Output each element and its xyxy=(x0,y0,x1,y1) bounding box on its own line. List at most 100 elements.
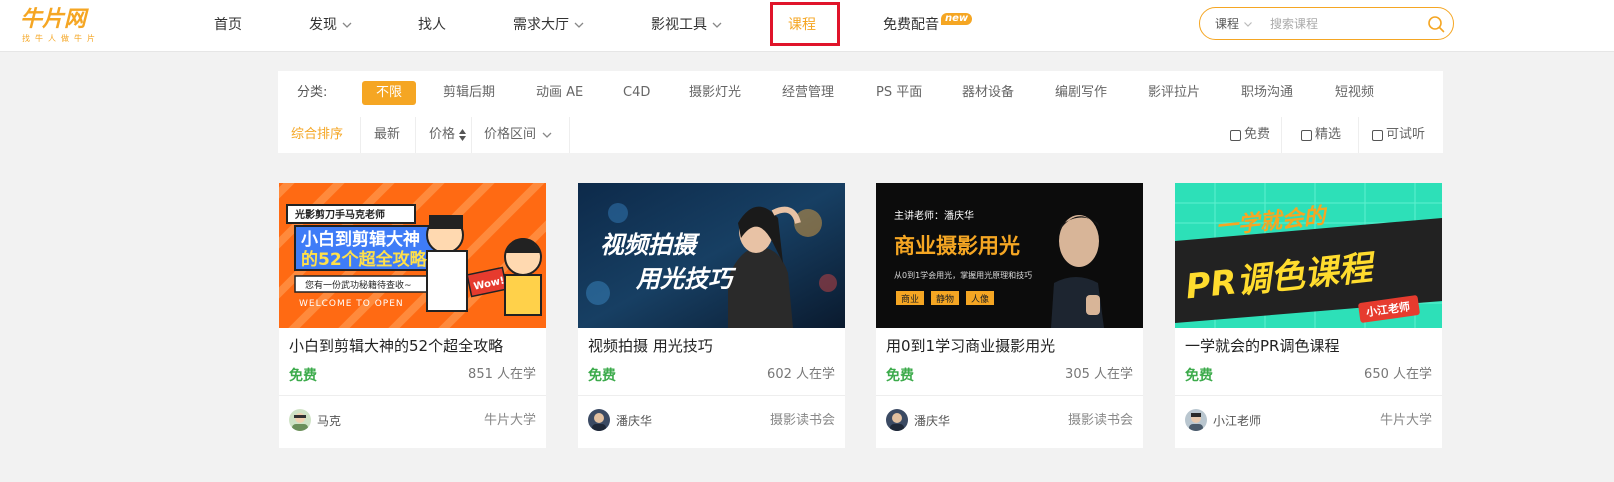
nav-free-dubbing[interactable]: 免费配音 new xyxy=(883,13,973,36)
thumb-line3: 您有一份武功秘籍待查收~ xyxy=(305,279,412,291)
divider xyxy=(415,117,416,153)
organization-name[interactable]: 牛片大学 xyxy=(1380,413,1432,429)
category-film-review[interactable]: 影评拉片 xyxy=(1148,81,1200,105)
course-thumbnail[interactable]: 一学就会的 PR调色课程 小江老师 xyxy=(1175,183,1442,328)
nav-discover[interactable]: 发现 xyxy=(309,14,353,36)
category-editing[interactable]: 剪辑后期 xyxy=(443,81,495,105)
author-name[interactable]: 马克 xyxy=(317,413,341,429)
course-card[interactable]: 视频拍摄 用光技巧 视频拍摄 用光技巧 免费 602 人在学 潘庆华 摄影读书会 xyxy=(578,183,845,448)
course-thumbnail[interactable]: 视频拍摄 用光技巧 xyxy=(578,183,845,328)
nav-free-dubbing-label: 免费配音 xyxy=(883,17,939,33)
chevron-down-icon xyxy=(712,22,722,28)
learner-count: 602 人在学 xyxy=(767,367,835,382)
course-title[interactable]: 视频拍摄 用光技巧 xyxy=(588,336,713,356)
nav-home-label: 首页 xyxy=(214,17,242,33)
category-workplace[interactable]: 职场沟通 xyxy=(1241,81,1293,105)
thumb-line2: 从0到1学会用光，掌握用光原理和技巧 xyxy=(894,270,1032,280)
thumb-chip: 静物 xyxy=(936,293,954,305)
nav-video-tools-label: 影视工具 xyxy=(651,17,707,33)
search-icon[interactable] xyxy=(1426,14,1446,34)
learner-count: 305 人在学 xyxy=(1065,367,1133,382)
learner-count: 851 人在学 xyxy=(468,367,536,382)
site-logo[interactable]: 牛片网 找牛人做牛片 xyxy=(20,8,120,44)
sort-price-label: 价格 xyxy=(429,127,456,142)
checkbox-free[interactable]: 免费 xyxy=(1230,126,1270,144)
thumbnail-art: 主讲老师：潘庆华 商业摄影用光 从0到1学会用光，掌握用光原理和技巧 商业 静物… xyxy=(876,183,1143,328)
sort-latest[interactable]: 最新 xyxy=(374,117,400,153)
avatar[interactable] xyxy=(1185,409,1207,431)
divider xyxy=(1175,395,1442,396)
divider xyxy=(1358,117,1359,153)
category-animation-ae[interactable]: 动画 AE xyxy=(536,81,583,105)
nav-video-tools[interactable]: 影视工具 xyxy=(651,14,723,36)
avatar-image xyxy=(1185,409,1207,431)
author-name[interactable]: 小江老师 xyxy=(1213,413,1261,429)
author-name[interactable]: 潘庆华 xyxy=(914,413,950,429)
avatar[interactable] xyxy=(588,409,610,431)
course-price: 免费 xyxy=(588,368,616,384)
checkbox-featured[interactable]: 精选 xyxy=(1301,126,1341,144)
course-price: 免费 xyxy=(886,368,914,384)
category-short-video[interactable]: 短视频 xyxy=(1335,81,1374,105)
chevron-down-icon xyxy=(542,132,552,138)
checkbox-free-label: 免费 xyxy=(1244,127,1271,142)
nav-discover-label: 发现 xyxy=(309,17,337,33)
avatar-image xyxy=(588,409,610,431)
thumb-line1: 商业摄影用光 xyxy=(894,234,1020,258)
organization-name[interactable]: 摄影读书会 xyxy=(1068,413,1133,429)
course-price: 免费 xyxy=(1185,368,1213,384)
search-input[interactable] xyxy=(1270,15,1420,33)
category-photo-lighting[interactable]: 摄影灯光 xyxy=(689,81,741,105)
organization-name[interactable]: 牛片大学 xyxy=(484,413,536,429)
nav-demand-hall[interactable]: 需求大厅 xyxy=(513,14,585,36)
divider xyxy=(569,117,570,153)
course-thumbnail[interactable]: 主讲老师：潘庆华 商业摄影用光 从0到1学会用光，掌握用光原理和技巧 商业 静物… xyxy=(876,183,1143,328)
divider xyxy=(279,395,546,396)
sort-price[interactable]: 价格 xyxy=(429,117,467,153)
sort-comprehensive[interactable]: 综合排序 xyxy=(291,117,343,153)
category-all[interactable]: 不限 xyxy=(362,81,417,105)
nav-find-people[interactable]: 找人 xyxy=(418,14,446,36)
checkbox-box[interactable] xyxy=(1230,129,1241,141)
category-label: 分类: xyxy=(297,85,328,100)
course-title[interactable]: 用0到1学习商业摄影用光 xyxy=(886,336,1055,356)
category-management[interactable]: 经营管理 xyxy=(782,81,834,105)
category-equipment[interactable]: 器材设备 xyxy=(962,81,1014,105)
course-card[interactable]: 光影剪刀手马克老师 小白到剪辑大神 的52个超全攻略 您有一份武功秘籍待查收~ … xyxy=(279,183,546,448)
sort-price-range[interactable]: 价格区间 xyxy=(484,117,553,153)
checkbox-trial[interactable]: 可试听 xyxy=(1372,126,1425,144)
divider xyxy=(578,395,845,396)
thumb-tag: 主讲老师：潘庆华 xyxy=(894,209,974,222)
avatar[interactable] xyxy=(289,409,311,431)
logo-tagline: 找牛人做牛片 xyxy=(22,34,100,43)
sort-comprehensive-label: 综合排序 xyxy=(291,127,344,142)
avatar[interactable] xyxy=(886,409,908,431)
course-card[interactable]: 一学就会的 PR调色课程 小江老师 一学就会的PR调色课程 免费 650 人在学… xyxy=(1175,183,1442,448)
category-ps-graphic[interactable]: PS 平面 xyxy=(876,81,922,105)
author-name[interactable]: 潘庆华 xyxy=(616,413,652,429)
search-type-select[interactable]: 课程 xyxy=(1215,16,1253,32)
course-thumbnail[interactable]: 光影剪刀手马克老师 小白到剪辑大神 的52个超全攻略 您有一份武功秘籍待查收~ … xyxy=(279,183,546,328)
thumbnail-art: 一学就会的 PR调色课程 小江老师 xyxy=(1175,183,1442,328)
chevron-down-icon xyxy=(574,22,584,28)
course-title[interactable]: 一学就会的PR调色课程 xyxy=(1185,336,1339,356)
course-price: 免费 xyxy=(289,368,317,384)
thumbnail-art: 光影剪刀手马克老师 小白到剪辑大神 的52个超全攻略 您有一份武功秘籍待查收~ … xyxy=(279,183,546,328)
category-c4d[interactable]: C4D xyxy=(623,81,650,105)
filter-panel: 分类: 不限 剪辑后期 动画 AE C4D 摄影灯光 经营管理 PS 平面 器材… xyxy=(278,71,1443,153)
nav-demand-hall-label: 需求大厅 xyxy=(513,17,569,33)
avatar-image xyxy=(886,409,908,431)
course-title[interactable]: 小白到剪辑大神的52个超全攻略 xyxy=(289,336,503,356)
nav-find-people-label: 找人 xyxy=(418,17,446,33)
checkbox-box[interactable] xyxy=(1301,129,1312,141)
checkbox-box[interactable] xyxy=(1372,129,1383,141)
thumb-line1: 视频拍摄 xyxy=(600,231,701,259)
divider xyxy=(876,395,1143,396)
category-screenwriting[interactable]: 编剧写作 xyxy=(1055,81,1107,105)
nav-home[interactable]: 首页 xyxy=(214,14,242,36)
organization-name[interactable]: 摄影读书会 xyxy=(770,413,835,429)
divider xyxy=(1281,117,1282,153)
top-header: 牛片网 找牛人做牛片 首页 发现 找人 需求大厅 影视工具 课程 免费配音 ne… xyxy=(0,0,1614,52)
checkbox-featured-label: 精选 xyxy=(1315,127,1342,142)
course-card[interactable]: 主讲老师：潘庆华 商业摄影用光 从0到1学会用光，掌握用光原理和技巧 商业 静物… xyxy=(876,183,1143,448)
